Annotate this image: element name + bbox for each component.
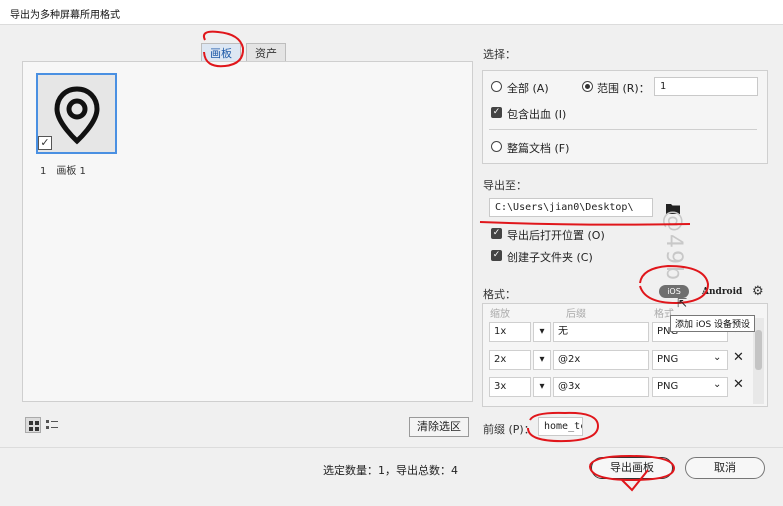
annotation-overlay — [202, 30, 710, 492]
export-button-annotation-circle — [589, 454, 676, 482]
prefix-annotation-circle — [527, 411, 600, 443]
cursor-icon: ⇱ — [677, 296, 688, 310]
path-annotation-underline — [479, 221, 691, 226]
ios-annotation-circle — [639, 264, 710, 305]
tab-annotation-circle — [202, 30, 245, 68]
